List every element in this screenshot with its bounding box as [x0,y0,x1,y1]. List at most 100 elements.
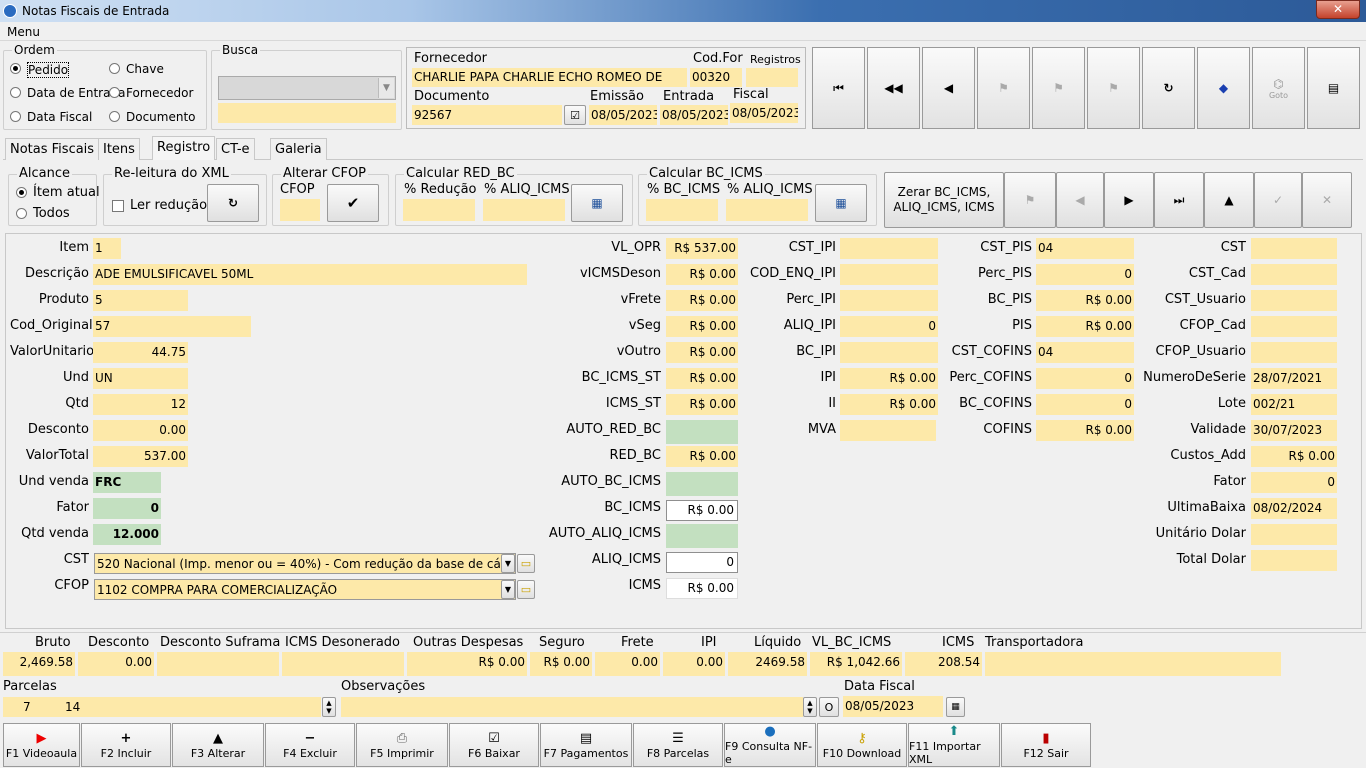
alterar-cfop-field[interactable] [280,199,320,221]
rec-up-button[interactable]: ▲ [1204,172,1254,228]
voutro-field[interactable]: R$ 0.00 [666,342,738,363]
transportadora-field[interactable] [985,652,1281,676]
icms-st-field[interactable]: R$ 0.00 [666,394,738,415]
ordem-radio-entrada[interactable] [10,87,21,98]
rec-next-button[interactable]: ▶ [1104,172,1154,228]
cst-cofins-field[interactable]: 04 [1036,342,1134,363]
alcance-radio-item[interactable] [16,187,27,198]
validade-field[interactable]: 30/07/2023 [1251,420,1337,441]
auto-aliq-icms-field[interactable] [666,524,738,548]
nav-prev-fast-button[interactable]: ◀◀ [867,47,920,129]
ordem-radio-fornecedor[interactable] [109,87,120,98]
frete-field[interactable]: 0.00 [595,652,660,676]
menu-item[interactable]: Menu [7,25,40,39]
ordem-label-chave[interactable]: Chave [126,62,164,76]
emissao-field[interactable]: 08/05/2023 [589,105,657,125]
nav-flag2-button[interactable]: ⚑ [1032,47,1085,129]
ordem-label-fiscal[interactable]: Data Fiscal [27,110,92,124]
total-dolar-field[interactable] [1251,550,1337,571]
auto-red-bc-field[interactable] [666,420,738,444]
rec-last-button[interactable]: ⏭ [1154,172,1204,228]
aliq-icms-field[interactable]: 0 [666,552,738,573]
f1-videoaula-button[interactable]: ▶ F1 Videoaula [3,723,80,767]
entrada-field[interactable]: 08/05/2023 [660,105,728,125]
cfop-usuario-field[interactable] [1251,342,1337,363]
zerar-button[interactable]: Zerar BC_ICMS, ALIQ_ICMS, ICMS [884,172,1004,228]
releitura-button[interactable]: ↻ [207,184,259,222]
perc-pis-field[interactable]: 0 [1036,264,1134,285]
cst-pis-field[interactable]: 04 [1036,238,1134,259]
fornecedor-field[interactable]: CHARLIE PAPA CHARLIE ECHO ROMEO DE [412,68,687,87]
nav-first-button[interactable]: ⏮ [812,47,865,129]
bc-icms-bc-field[interactable] [646,199,718,221]
cfop-cad-field[interactable] [1251,316,1337,337]
alcance-label-item[interactable]: Ítem atual [33,186,100,200]
ipi-field[interactable]: R$ 0.00 [840,368,938,389]
alcance-radio-todos[interactable] [16,208,27,219]
busca-select[interactable]: ▼ [218,76,396,100]
bc-icms-st-field[interactable]: R$ 0.00 [666,368,738,389]
ordem-radio-chave[interactable] [109,63,120,74]
cst-usuario-field[interactable] [1251,290,1337,311]
ordem-radio-fiscal[interactable] [10,111,21,122]
nav-flag1-button[interactable]: ⚑ [977,47,1030,129]
alcance-label-todos[interactable]: Todos [33,207,70,221]
fator-side-field[interactable]: 0 [1251,472,1337,493]
ordem-radio-pedido[interactable] [10,63,21,74]
ipi-total-field[interactable]: 0.00 [663,652,725,676]
nav-flag3-button[interactable]: ⚑ [1087,47,1140,129]
custos-add-field[interactable]: R$ 0.00 [1251,446,1337,467]
vl-bc-icms-field[interactable]: R$ 1,042.66 [810,652,902,676]
f11-importar-button[interactable]: ⬆ F11 Importar XML [908,723,1000,767]
cofins-field[interactable]: R$ 0.00 [1036,420,1134,441]
observacoes-spinner[interactable]: ▲ ▼ [803,697,817,717]
red-bc-field[interactable]: R$ 0.00 [666,446,738,467]
lote-field[interactable]: 002/21 [1251,394,1337,415]
tab-notas-fiscais[interactable]: Notas Fiscais [5,138,100,160]
ii-field[interactable]: R$ 0.00 [840,394,938,415]
red-bc-reducao-field[interactable] [403,199,475,221]
red-bc-aliq-field[interactable] [483,199,565,221]
f8-parcelas-button[interactable]: ☰ F8 Parcelas [633,723,723,767]
ler-reducao-checkbox[interactable] [112,200,124,212]
vfrete-field[interactable]: R$ 0.00 [666,290,738,311]
tab-registro[interactable]: Registro [152,136,216,160]
calendar-button[interactable]: ▦ [946,697,965,717]
f5-imprimir-button[interactable]: ⎙ F5 Imprimir [356,723,448,767]
f6-baixar-button[interactable]: ☑ F6 Baixar [449,723,539,767]
cst-side-field[interactable] [1251,238,1337,259]
perc-cofins-field[interactable]: 0 [1036,368,1134,389]
nav-prev-button[interactable]: ◀ [922,47,975,129]
bruto-field[interactable]: 2,469.58 [3,652,75,676]
qtd-field[interactable]: 12 [93,394,188,415]
desconto-field[interactable]: 0.00 [93,420,188,441]
parcelas-field[interactable]: 7 14 [3,697,321,717]
und-venda-field[interactable]: FRC [93,472,161,493]
f7-pagamentos-button[interactable]: ▤ F7 Pagamentos [540,723,632,767]
f4-excluir-button[interactable]: − F4 Excluir [265,723,355,767]
valor-total-field[interactable]: 537.00 [93,446,188,467]
f3-alterar-button[interactable]: ▲ F3 Alterar [172,723,264,767]
qtd-venda-field[interactable]: 12.000 [93,524,161,545]
bc-pis-field[interactable]: R$ 0.00 [1036,290,1134,311]
seguro-field[interactable]: R$ 0.00 [530,652,592,676]
valor-unitario-field[interactable]: 44.75 [93,342,188,363]
rec-first-button[interactable]: ⚑ [1004,172,1056,228]
numero-serie-field[interactable]: 28/07/2021 [1251,368,1337,389]
documento-field[interactable]: 92567 [412,105,562,125]
f10-download-button[interactable]: ⚷ F10 Download [817,723,907,767]
cod-enq-ipi-field[interactable] [840,264,938,285]
cfop-select[interactable]: 1102 COMPRA PARA COMERCIALIZAÇÃO [94,579,516,600]
tab-galeria[interactable]: Galeria [270,138,327,160]
nav-list-button[interactable]: ▤ [1307,47,1360,129]
nav-goto-button[interactable]: ⌬ Goto [1252,47,1305,129]
liquido-field[interactable]: 2469.58 [728,652,807,676]
cst-cad-field[interactable] [1251,264,1337,285]
auto-bc-icms-field[interactable] [666,472,738,496]
data-fiscal-field[interactable]: 08/05/2023 [843,696,943,717]
observacoes-field[interactable] [341,697,803,717]
f2-incluir-button[interactable]: + F2 Incluir [81,723,171,767]
icms-desonerado-field[interactable] [282,652,404,676]
icms-field[interactable]: R$ 0.00 [666,578,738,599]
tab-itens[interactable]: Itens [98,138,140,160]
